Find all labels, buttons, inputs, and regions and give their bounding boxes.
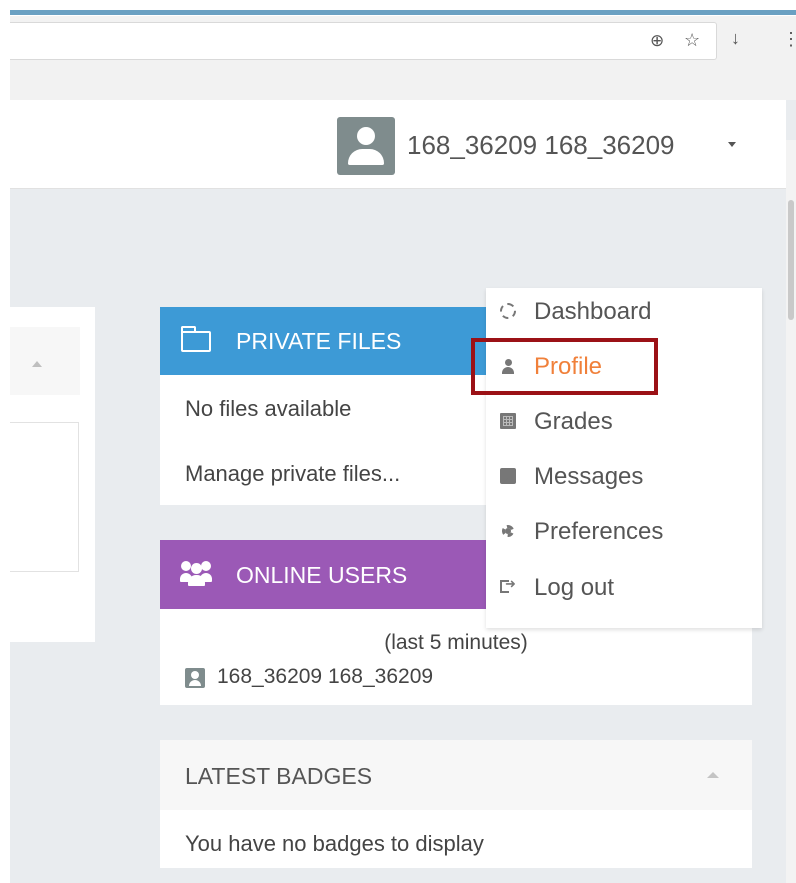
folder-icon xyxy=(180,326,211,352)
dashboard-icon xyxy=(500,303,516,319)
address-input[interactable] xyxy=(10,22,717,60)
avatar-head xyxy=(357,127,375,145)
preferences-icon xyxy=(500,523,516,539)
logout-icon xyxy=(500,576,516,595)
top-navbar: 168_36209 168_36209 xyxy=(10,100,786,189)
latest-badges-title: LATEST BADGES xyxy=(185,763,373,789)
menu-item-preferences[interactable]: Preferences xyxy=(486,508,762,558)
no-files-text: No files available xyxy=(185,396,352,421)
left-card-body xyxy=(10,422,79,572)
latest-badges-block: LATEST BADGES You have no badges to disp… xyxy=(160,740,752,868)
menu-item-profile[interactable]: Profile xyxy=(471,338,762,395)
latest-badges-header: LATEST BADGES xyxy=(160,740,752,810)
bookmark-bar xyxy=(10,64,796,101)
manage-private-files-link[interactable]: Manage private files... xyxy=(185,461,400,487)
left-card-header xyxy=(10,327,80,395)
online-users-period: (last 5 minutes) xyxy=(384,631,528,654)
menu-item-dashboard[interactable]: Dashboard xyxy=(486,288,762,338)
left-card xyxy=(10,307,95,642)
scrollbar-thumb[interactable] xyxy=(788,200,794,320)
online-users-title: ONLINE USERS xyxy=(236,562,408,588)
menu-item-label: Profile xyxy=(534,353,603,380)
menu-item-label: Grades xyxy=(534,408,613,435)
private-files-title: PRIVATE FILES xyxy=(236,328,402,354)
grades-icon xyxy=(500,413,516,429)
chevron-down-icon[interactable] xyxy=(728,142,736,147)
menu-item-messages[interactable]: Messages xyxy=(486,453,762,503)
user-menu-toggle[interactable]: 168_36209 168_36209 xyxy=(407,130,675,161)
collapse-icon[interactable] xyxy=(707,772,719,778)
collapse-icon[interactable] xyxy=(32,361,42,367)
download-icon[interactable]: ↓ xyxy=(731,28,740,48)
messages-icon xyxy=(500,468,516,484)
user-icon xyxy=(185,668,205,688)
menu-item-label: Dashboard xyxy=(534,298,652,325)
menu-item-label: Log out xyxy=(534,574,615,601)
more-icon[interactable]: ⋮ xyxy=(782,29,796,49)
users-icon xyxy=(180,560,212,586)
star-icon[interactable]: ☆ xyxy=(684,30,700,50)
zoom-icon[interactable]: ⊕ xyxy=(650,31,664,51)
online-user-name[interactable]: 168_36209 168_36209 xyxy=(217,665,433,689)
avatar[interactable] xyxy=(337,117,395,175)
menu-item-label: Messages xyxy=(534,463,644,490)
user-icon xyxy=(500,358,516,374)
browser-address-bar: ⊕ ☆ ↓ ⋮ xyxy=(10,16,796,64)
no-badges-text: You have no badges to display xyxy=(185,831,484,856)
browser-top-accent xyxy=(10,0,796,16)
scrollbar[interactable] xyxy=(786,140,796,883)
page-content: 168_36209 168_36209 PRIVATE FILES No fil… xyxy=(10,100,796,883)
user-dropdown-menu: Dashboard Profile Grades Messages Prefer… xyxy=(471,288,762,628)
menu-item-label: Preferences xyxy=(534,518,664,545)
menu-item-log-out[interactable]: Log out xyxy=(486,564,762,614)
avatar-body xyxy=(348,149,384,165)
menu-item-grades[interactable]: Grades xyxy=(486,398,762,448)
